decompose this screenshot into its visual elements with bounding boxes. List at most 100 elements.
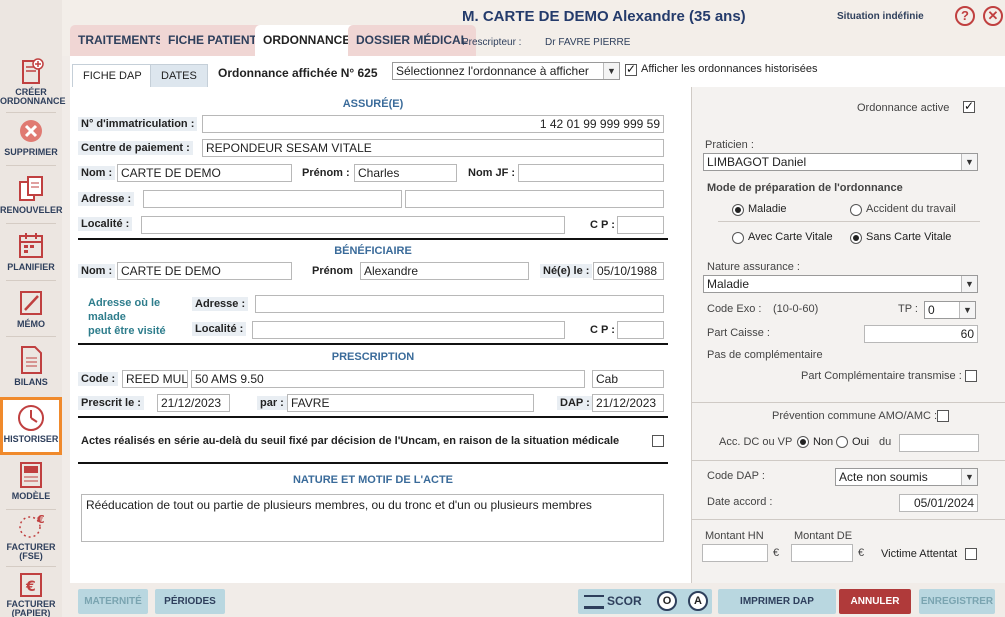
tab-fiche-dap[interactable]: FICHE DAP — [72, 64, 153, 87]
section-assure: ASSURÉ(E) — [342, 98, 404, 110]
sidebar-item-label: (FSE) — [19, 551, 43, 561]
annuler-button[interactable]: ANNULER — [839, 589, 911, 614]
benef-cp-label: C P : — [590, 324, 615, 336]
delete-icon — [20, 120, 42, 142]
enregistrer-button[interactable]: ENREGISTRER — [919, 589, 995, 614]
assure-cp-field[interactable] — [617, 216, 664, 234]
assure-adresse2-field[interactable] — [405, 190, 664, 208]
montant-hn-label: Montant HN — [705, 530, 764, 542]
benef-prenom-field[interactable]: Alexandre — [360, 262, 529, 280]
acc-oui-label: Oui — [852, 436, 870, 448]
tab-traitements[interactable]: TRAITEMENTS — [70, 25, 172, 56]
part-caisse-field[interactable]: 60 — [864, 325, 978, 343]
prescrit-date-field[interactable]: 21/12/2023 — [157, 394, 230, 412]
benef-naissance-field[interactable]: 05/10/1988 — [593, 262, 664, 280]
sidebar-item-create[interactable]: CRÉER ORDONNANCE — [0, 58, 66, 106]
code-description-field[interactable]: 50 AMS 9.50 — [191, 370, 585, 388]
o-button[interactable]: O — [657, 591, 677, 611]
create-prescription-icon — [22, 58, 44, 84]
tp-label: TP : — [898, 303, 918, 315]
montant-de-field[interactable] — [791, 544, 853, 562]
dap-date-field[interactable]: 21/12/2023 — [592, 394, 664, 412]
benef-localite-field[interactable] — [252, 321, 565, 339]
date-accord-field[interactable]: 05/01/2024 — [899, 494, 978, 512]
nature-textarea[interactable]: Rééducation de tout ou partie de plusieu… — [81, 494, 664, 542]
ordonnance-select[interactable]: Sélectionnez l'ordonnance à afficher ▼ — [392, 62, 620, 80]
tp-select[interactable]: 0 ▼ — [924, 301, 976, 319]
par-field[interactable]: FAVRE — [287, 394, 534, 412]
show-historised-checkbox[interactable] — [625, 62, 637, 76]
sidebar-item-memo[interactable]: MÉMO — [0, 288, 62, 329]
acc-date-field[interactable] — [899, 434, 979, 452]
acc-non-radio[interactable] — [797, 436, 809, 448]
code-field[interactable]: REED MUL — [122, 370, 188, 388]
benef-nom-field[interactable]: CARTE DE DEMO — [117, 262, 292, 280]
serie-checkbox[interactable] — [652, 435, 664, 447]
renew-icon — [19, 176, 43, 201]
code-place-field[interactable]: Cab — [592, 370, 664, 388]
euro-symbol: € — [858, 547, 865, 559]
nature-assurance-value: Maladie — [707, 277, 750, 291]
sidebar-item-bill-fse[interactable]: € FACTURER (FSE) — [0, 513, 62, 561]
visit-address-title: Adresse où le — [88, 297, 161, 309]
sidebar-item-renew[interactable]: RENOUVELER — [0, 174, 63, 215]
periodes-button[interactable]: PÉRIODES — [155, 589, 225, 614]
maternite-button[interactable]: MATERNITÉ — [78, 589, 148, 614]
a-button[interactable]: A — [688, 591, 708, 611]
acc-oui-radio[interactable] — [836, 436, 848, 448]
close-icon[interactable]: ✕ — [983, 6, 1003, 26]
benef-cp-field[interactable] — [617, 321, 664, 339]
sans-carte-radio[interactable] — [850, 232, 862, 244]
montant-hn-field[interactable] — [702, 544, 768, 562]
calendar-icon — [19, 233, 43, 258]
prevention-checkbox[interactable] — [937, 410, 949, 422]
tab-dates[interactable]: DATES — [150, 64, 208, 87]
benef-adresse-field[interactable] — [255, 295, 664, 313]
sidebar-item-plan[interactable]: PLANIFIER — [0, 231, 62, 272]
divider — [6, 112, 56, 113]
sidebar-item-historise[interactable]: HISTORISER — [0, 397, 62, 455]
scanner-icon — [584, 595, 604, 610]
victime-checkbox[interactable] — [965, 548, 977, 560]
assure-prenom-field[interactable]: Charles — [354, 164, 457, 182]
centre-label: Centre de paiement : — [78, 141, 193, 155]
svg-text:€: € — [25, 579, 36, 595]
sidebar-item-reports[interactable]: BILANS — [0, 344, 62, 387]
immat-field[interactable]: 1 42 01 99 999 999 59 — [202, 115, 664, 133]
template-icon — [20, 462, 42, 488]
part-compl-label: Part Complémentaire transmise : — [801, 370, 962, 382]
tab-fiche-patient[interactable]: FICHE PATIENT — [160, 25, 265, 56]
divider — [78, 416, 668, 418]
report-icon — [21, 346, 42, 374]
imprimer-dap-button[interactable]: IMPRIMER DAP — [718, 589, 836, 614]
divider — [692, 402, 1005, 403]
section-beneficiaire: BÉNÉFICIAIRE — [334, 245, 412, 257]
par-label: par : — [257, 396, 287, 410]
active-label: Ordonnance active — [857, 102, 950, 114]
sidebar-item-label: ORDONNANCE — [0, 96, 66, 106]
sidebar-item-template[interactable]: MODÈLE — [0, 460, 62, 501]
assure-nom-field[interactable]: CARTE DE DEMO — [117, 164, 292, 182]
assure-localite-field[interactable] — [141, 216, 565, 234]
assure-adresse-field[interactable] — [143, 190, 402, 208]
sidebar-item-delete[interactable]: SUPPRIMER — [0, 118, 62, 157]
praticien-select[interactable]: LIMBAGOT Daniel ▼ — [703, 153, 978, 171]
centre-field[interactable]: REPONDEUR SESAM VITALE — [202, 139, 664, 157]
footer: MATERNITÉ PÉRIODES SCOR O A IMPRIMER DAP… — [62, 583, 1005, 617]
part-compl-checkbox[interactable] — [965, 370, 977, 382]
scor-label: SCOR — [607, 594, 642, 608]
tp-value: 0 — [928, 303, 935, 317]
tab-dossier-medical[interactable]: DOSSIER MÉDICAL — [348, 25, 477, 56]
sidebar-item-bill-paper[interactable]: € FACTURER (PAPIER) — [0, 572, 62, 617]
assure-prenom-label: Prénom : — [302, 167, 350, 179]
help-icon[interactable]: ? — [955, 6, 975, 26]
maladie-radio[interactable] — [732, 204, 744, 216]
nature-assurance-select[interactable]: Maladie ▼ — [703, 275, 978, 293]
accident-radio[interactable] — [850, 204, 862, 216]
sidebar-item-label: (PAPIER) — [11, 608, 51, 617]
ordonnance-number: Ordonnance affichée N° 625 — [218, 66, 378, 80]
assure-nomjf-field[interactable] — [518, 164, 664, 182]
active-checkbox[interactable] — [963, 99, 975, 113]
code-dap-select[interactable]: Acte non soumis ▼ — [835, 468, 978, 486]
avec-carte-radio[interactable] — [732, 232, 744, 244]
